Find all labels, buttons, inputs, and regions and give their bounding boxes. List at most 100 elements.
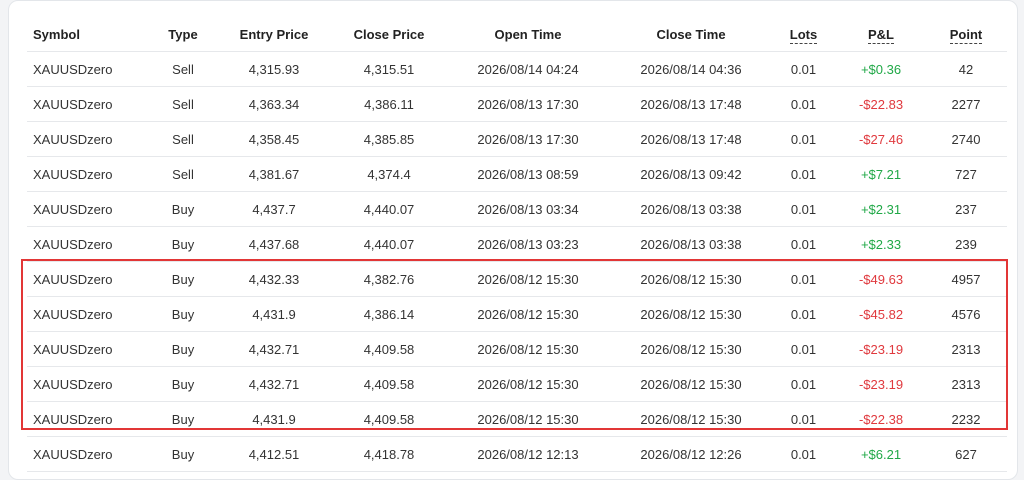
cell-symbol: XAUUSDzero [27,191,152,227]
cell-open-time: 2026/08/13 08:59 [444,156,612,192]
column-header-pnl[interactable]: P&L [837,17,925,52]
table-row[interactable]: XAUUSDzero Buy 4,431.9 4,386.14 2026/08/12 1… [27,296,1007,332]
cell-lots: 0.01 [770,51,837,87]
cell-close-time: 2026/08/12 15:30 [612,401,770,437]
cell-open-time: 2026/08/13 17:30 [444,121,612,157]
cell-entry-price: 4,431.9 [214,296,334,332]
cell-symbol: XAUUSDzero [27,156,152,192]
cell-symbol: XAUUSDzero [27,86,152,122]
cell-open-time: 2026/08/13 17:30 [444,86,612,122]
cell-lots: 0.01 [770,401,837,437]
cell-open-time: 2026/08/12 15:30 [444,331,612,367]
cell-point: 2277 [925,86,1007,122]
cell-open-time: 2026/08/13 03:34 [444,191,612,227]
table-row[interactable]: XAUUSDzero Sell 4,363.34 4,386.11 2026/08/13… [27,86,1007,122]
cell-type: Buy [152,331,214,367]
cell-close-price: 4,409.58 [334,331,444,367]
cell-pnl: -$27.46 [837,121,925,157]
cell-symbol: XAUUSDzero [27,226,152,262]
cell-symbol: XAUUSDzero [27,261,152,297]
table-body: XAUUSDzero Sell 4,315.93 4,315.51 2026/08/14… [27,51,1007,472]
cell-point: 239 [925,226,1007,262]
table-row[interactable]: XAUUSDzero Buy 4,432.71 4,409.58 2026/08/12 … [27,366,1007,402]
cell-close-price: 4,409.58 [334,401,444,437]
cell-close-price: 4,440.07 [334,226,444,262]
cell-open-time: 2026/08/12 12:13 [444,436,612,472]
cell-point: 2313 [925,331,1007,367]
column-header-lots[interactable]: Lots [770,17,837,52]
cell-type: Buy [152,261,214,297]
cell-close-time: 2026/08/13 09:42 [612,156,770,192]
cell-type: Buy [152,296,214,332]
cell-pnl: -$45.82 [837,296,925,332]
cell-type: Sell [152,51,214,87]
cell-entry-price: 4,358.45 [214,121,334,157]
column-header-close-price[interactable]: Close Price [334,17,444,52]
cell-close-time: 2026/08/13 17:48 [612,121,770,157]
cell-close-price: 4,418.78 [334,436,444,472]
cell-point: 42 [925,51,1007,87]
column-header-close-time[interactable]: Close Time [612,17,770,52]
cell-type: Buy [152,436,214,472]
table-row[interactable]: XAUUSDzero Buy 4,432.71 4,409.58 2026/08/12 … [27,331,1007,367]
cell-symbol: XAUUSDzero [27,296,152,332]
cell-entry-price: 4,437.7 [214,191,334,227]
cell-pnl: -$22.83 [837,86,925,122]
cell-symbol: XAUUSDzero [27,366,152,402]
table-row[interactable]: XAUUSDzero Buy 4,432.33 4,382.76 2026/08/12 … [27,261,1007,297]
table-row[interactable]: XAUUSDzero Sell 4,358.45 4,385.85 2026/08/13… [27,121,1007,157]
cell-point: 4576 [925,296,1007,332]
cell-lots: 0.01 [770,261,837,297]
trade-history-card: Symbol Type Entry Price Close Price Open… [8,0,1018,480]
cell-pnl: +$0.36 [837,51,925,87]
cell-symbol: XAUUSDzero [27,401,152,437]
cell-close-time: 2026/08/12 15:30 [612,366,770,402]
cell-type: Sell [152,86,214,122]
cell-pnl: +$6.21 [837,436,925,472]
cell-open-time: 2026/08/12 15:30 [444,261,612,297]
cell-open-time: 2026/08/12 15:30 [444,401,612,437]
column-header-point[interactable]: Point [925,17,1007,52]
cell-type: Buy [152,191,214,227]
table-row[interactable]: XAUUSDzero Buy 4,437.7 4,440.07 2026/08/13 0… [27,191,1007,227]
cell-entry-price: 4,432.33 [214,261,334,297]
column-header-open-time[interactable]: Open Time [444,17,612,52]
cell-entry-price: 4,432.71 [214,366,334,402]
table-row[interactable]: XAUUSDzero Buy 4,412.51 4,418.78 2026/08/12 … [27,436,1007,472]
cell-lots: 0.01 [770,191,837,227]
cell-entry-price: 4,381.67 [214,156,334,192]
cell-entry-price: 4,412.51 [214,436,334,472]
table-row[interactable]: XAUUSDzero Sell 4,315.93 4,315.51 2026/08/14… [27,51,1007,87]
column-header-symbol[interactable]: Symbol [27,17,152,52]
cell-close-price: 4,386.11 [334,86,444,122]
trade-history-table: Symbol Type Entry Price Close Price Open… [27,17,1007,472]
cell-close-time: 2026/08/12 12:26 [612,436,770,472]
cell-close-price: 4,385.85 [334,121,444,157]
cell-point: 627 [925,436,1007,472]
cell-point: 727 [925,156,1007,192]
cell-close-time: 2026/08/14 04:36 [612,51,770,87]
cell-entry-price: 4,431.9 [214,401,334,437]
cell-entry-price: 4,432.71 [214,331,334,367]
cell-entry-price: 4,315.93 [214,51,334,87]
cell-pnl: +$2.33 [837,226,925,262]
table-row[interactable]: XAUUSDzero Buy 4,437.68 4,440.07 2026/08/13 … [27,226,1007,262]
cell-lots: 0.01 [770,156,837,192]
cell-type: Buy [152,366,214,402]
header-row: Symbol Type Entry Price Close Price Open… [27,17,1007,52]
cell-close-price: 4,440.07 [334,191,444,227]
cell-pnl: +$7.21 [837,156,925,192]
table-row[interactable]: XAUUSDzero Sell 4,381.67 4,374.4 2026/08/13 … [27,156,1007,192]
cell-symbol: XAUUSDzero [27,51,152,87]
cell-entry-price: 4,437.68 [214,226,334,262]
table-row[interactable]: XAUUSDzero Buy 4,431.9 4,409.58 2026/08/12 1… [27,401,1007,437]
cell-close-time: 2026/08/13 17:48 [612,86,770,122]
cell-type: Buy [152,226,214,262]
cell-lots: 0.01 [770,121,837,157]
cell-open-time: 2026/08/13 03:23 [444,226,612,262]
cell-type: Sell [152,121,214,157]
cell-close-time: 2026/08/13 03:38 [612,226,770,262]
column-header-type[interactable]: Type [152,17,214,52]
cell-lots: 0.01 [770,366,837,402]
column-header-entry-price[interactable]: Entry Price [214,17,334,52]
